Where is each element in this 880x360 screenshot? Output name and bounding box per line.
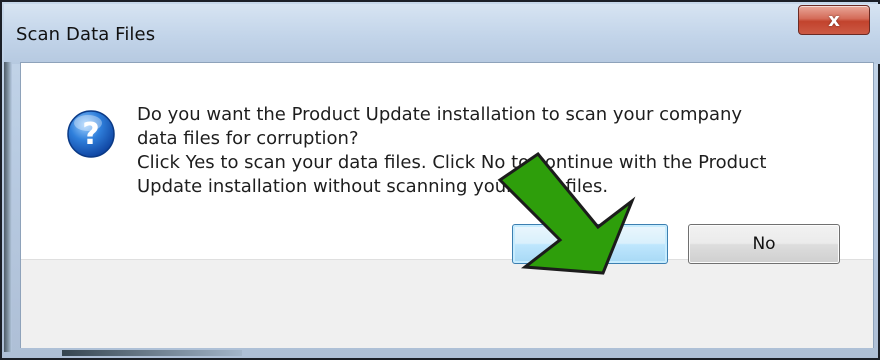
dialog-content: ? Do you want the Product Update install…	[20, 62, 874, 348]
message-text: Do you want the Product Update installat…	[137, 103, 857, 199]
message-line: Do you want the Product Update installat…	[137, 104, 743, 125]
svg-text:?: ?	[82, 117, 99, 152]
button-bar	[21, 259, 873, 348]
close-icon: x	[828, 9, 840, 31]
message-line: Update installation without scanning you…	[137, 176, 609, 197]
background-window-edge-bottom	[62, 350, 242, 356]
background-window-edge	[4, 62, 12, 352]
window-title: Scan Data Files	[16, 24, 156, 45]
title-bar[interactable]: Scan Data Files	[4, 4, 880, 64]
message-line: data files for corruption?	[137, 128, 359, 149]
dialog-window: Scan Data Files x ? Do you want the Prod…	[0, 0, 880, 360]
yes-button[interactable]: Yes	[512, 224, 668, 264]
no-button[interactable]: No	[688, 224, 840, 264]
close-button[interactable]: x	[798, 5, 870, 35]
question-icon: ?	[67, 110, 115, 158]
message-line: Click Yes to scan your data files. Click…	[137, 152, 767, 173]
